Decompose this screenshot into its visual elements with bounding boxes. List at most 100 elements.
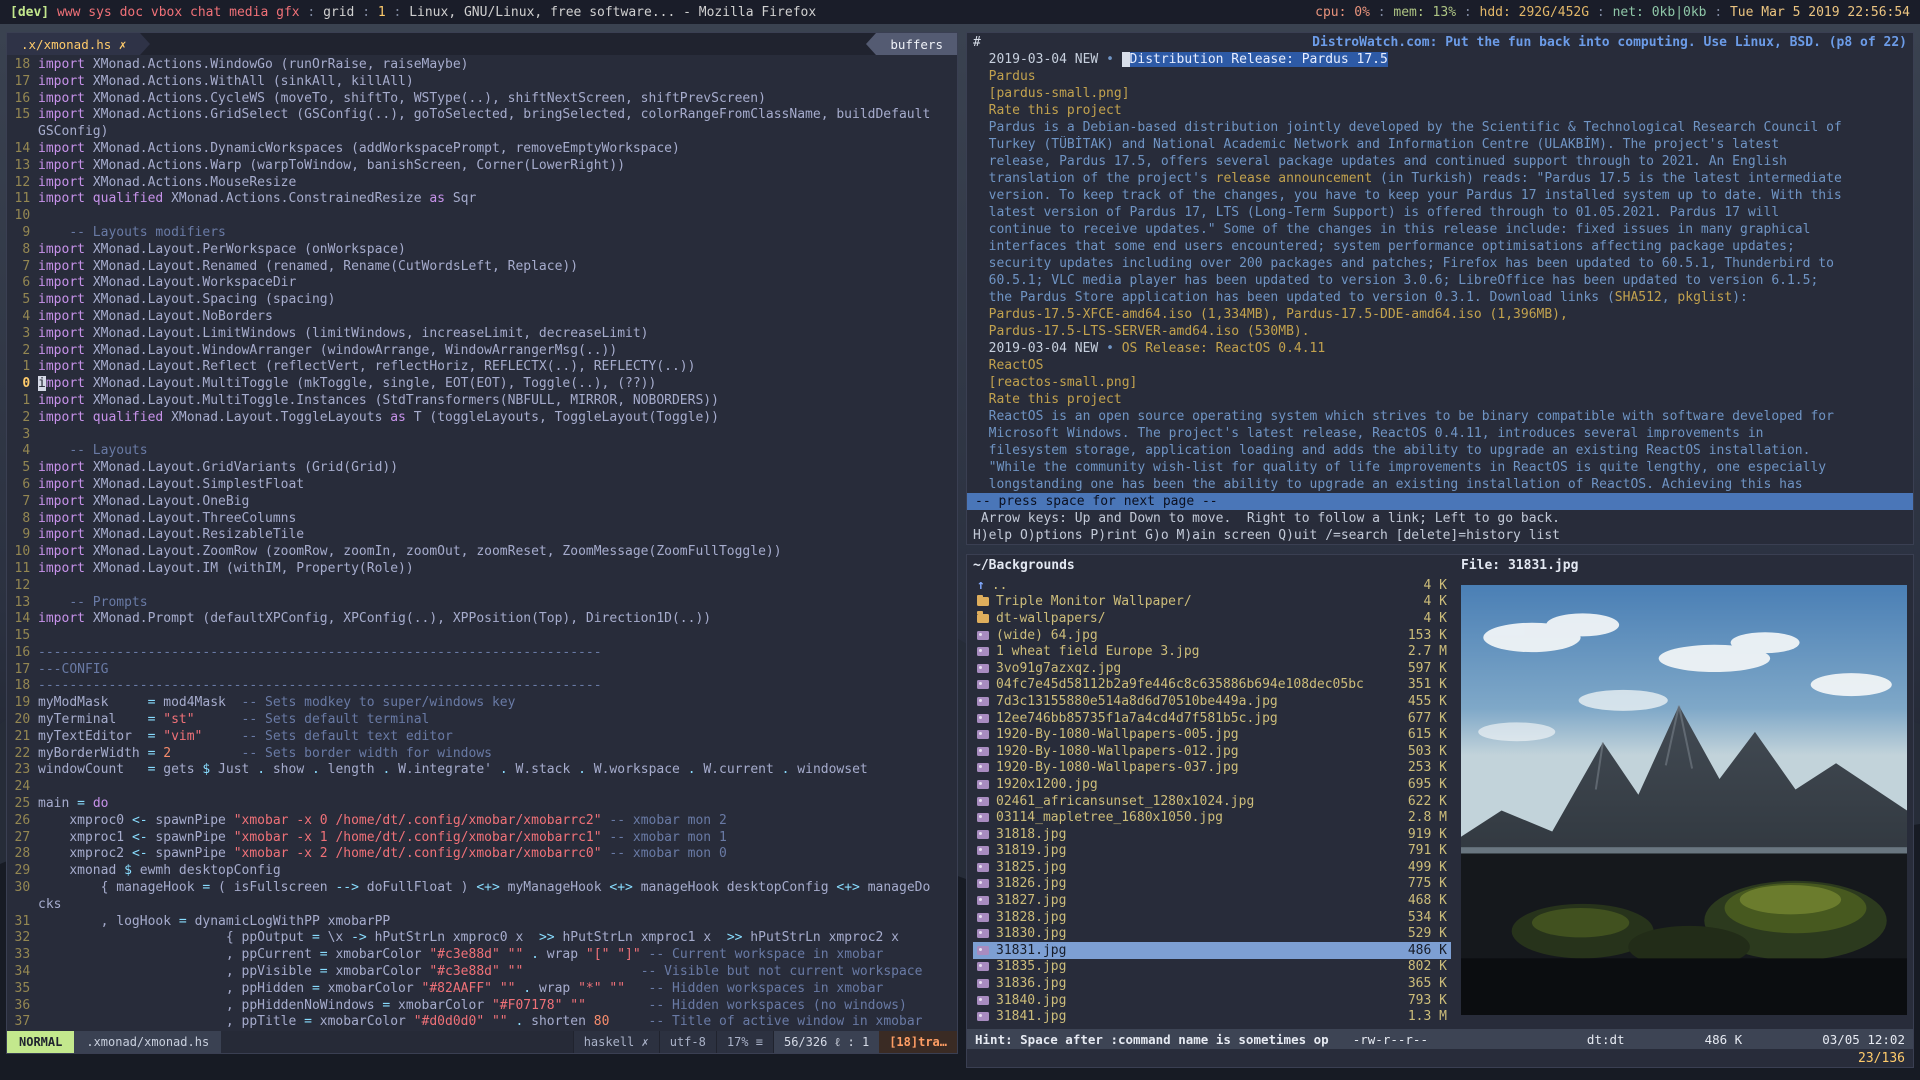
file-row[interactable]: 12ee746bb85735f1a7a4cd4d7f581b5c.jpg677 … — [973, 710, 1451, 727]
file-row[interactable]: 31836.jpg 365 K — [973, 975, 1451, 992]
file-row[interactable]: 03114_mapletree_1680x1050.jpg2.8 M — [973, 809, 1451, 826]
file-size: 597 K — [1408, 661, 1447, 676]
text-seg — [500, 964, 508, 979]
file-row[interactable]: 7d3c13155880e514a8d6d70510be449a.jpg455 … — [973, 693, 1451, 710]
xmobar: [dev] www sys doc vbox chat media gfx : … — [0, 0, 1920, 24]
workspace[interactable]: [dev] — [10, 5, 49, 20]
text-seg: wrap — [547, 947, 586, 962]
line-number: 0 — [13, 376, 30, 393]
text-seg: import qualified — [38, 410, 171, 425]
text-seg: = — [202, 880, 218, 895]
text-seg: 2019-03-04 NEW — [973, 341, 1106, 356]
code-line: 5import XMonad.Layout.Spacing (spacing) — [13, 292, 957, 309]
text-seg: translation of the project's — [973, 171, 1216, 186]
image-file-icon — [977, 697, 989, 706]
file-row[interactable]: 31826.jpg775 K — [973, 876, 1451, 893]
link[interactable]: Pardus-17.5-XFCE-amd64.iso (1,334MB), Pa… — [973, 307, 1568, 322]
text-seg: ( isFullscreen — [218, 880, 335, 895]
line-number: 25 — [13, 796, 30, 813]
file-row[interactable]: 1920-By-1080-Wallpapers-012.jpg503 K — [973, 743, 1451, 760]
file-row[interactable]: 31831.jpg486 K — [973, 942, 1451, 959]
line-number: 17 — [13, 662, 30, 679]
line-number: 18 — [13, 678, 30, 695]
toolbar-mark[interactable]: # — [973, 34, 981, 51]
line-number: 22 — [13, 746, 30, 763]
text-seg: , ppVisible — [38, 964, 320, 979]
file-row[interactable]: 1920-By-1080-Wallpapers-037.jpg253 K — [973, 760, 1451, 777]
code-line: 8import XMonad.Layout.ThreeColumns — [13, 511, 957, 528]
file-row[interactable]: 31835.jpg802 K — [973, 959, 1451, 976]
file-name: 31825.jpg — [996, 860, 1400, 875]
line-number: 9 — [13, 527, 30, 544]
link[interactable]: Distribution Release: Pardus 17.5 — [1130, 52, 1388, 67]
file-row[interactable]: 02461_africansunset_1280x1024.jpg622 K — [973, 793, 1451, 810]
text-seg: XMonad.Actions.GridSelect (GSConfig(..),… — [93, 107, 930, 122]
text-seg: = — [148, 762, 164, 777]
code-line: 15import XMonad.Actions.GridSelect (GSCo… — [13, 107, 957, 124]
text-seg: . — [312, 762, 328, 777]
file-name: 12ee746bb85735f1a7a4cd4d7f581b5c.jpg — [996, 711, 1400, 726]
workspace[interactable]: www sys doc vbox chat media gfx — [49, 5, 299, 20]
vim-mode-indicator: NORMAL — [7, 1031, 74, 1053]
text-seg: hPutStrLn xmproc2 x — [750, 930, 899, 945]
file-row[interactable]: 31828.jpg534 K — [973, 909, 1451, 926]
file-row[interactable]: Triple Monitor Wallpaper/4 K — [973, 594, 1451, 611]
line-number: 11 — [13, 561, 30, 578]
file-row[interactable]: 31825.jpg499 K — [973, 859, 1451, 876]
link[interactable]: pkglist — [1677, 290, 1732, 305]
text-seg: -- xmobar mon 0 — [609, 846, 726, 861]
text-seg: -- Sets default text editor — [242, 729, 453, 744]
text-seg: XMonad.Prompt (defaultXPConfig, XPConfig… — [93, 611, 711, 626]
link[interactable]: [pardus-small.png] — [973, 86, 1130, 101]
text-seg: xmproc1 — [38, 830, 132, 845]
file-name: 31836.jpg — [996, 976, 1400, 991]
text-seg: XMonad.Layout.WorkspaceDir — [93, 275, 297, 290]
preview-pane: File: 31831.jpg — [1451, 557, 1909, 1029]
file-row[interactable]: (wide) 64.jpg153 K — [973, 627, 1451, 644]
text-seg: "[" — [586, 947, 609, 962]
file-row[interactable]: 1 wheat field Europe 3.jpg2.7 M — [973, 643, 1451, 660]
line-number: 35 — [13, 981, 30, 998]
link[interactable]: OS Release: ReactOS 0.4.11 — [1122, 341, 1326, 356]
file-row[interactable]: 1920-By-1080-Wallpapers-005.jpg615 K — [973, 726, 1451, 743]
line-number: 31 — [13, 914, 30, 931]
text-seg: xmproc2 — [38, 846, 132, 861]
line-number: 13 — [13, 158, 30, 175]
link[interactable]: ReactOS — [973, 358, 1043, 373]
line-number: 9 — [13, 225, 30, 242]
code-line: 26 xmproc0 <- spawnPipe "xmobar -x 0 /ho… — [13, 813, 957, 830]
line-number: 6 — [13, 477, 30, 494]
file-row[interactable]: 31830.jpg529 K — [973, 925, 1451, 942]
link[interactable]: Pardus-17.5-LTS-SERVER-amd64.iso (530MB)… — [973, 324, 1310, 339]
file-row[interactable]: 31840.jpg793 K — [973, 992, 1451, 1009]
file-size: 365 K — [1408, 976, 1447, 991]
link[interactable]: SHA512 — [1615, 290, 1662, 305]
text-seg: wrap — [539, 981, 578, 996]
file-list[interactable]: ↑..4 KTriple Monitor Wallpaper/4 Kdt-wal… — [973, 577, 1451, 1029]
code-line: 18 --------------------------------------… — [13, 678, 957, 695]
image-file-icon — [977, 664, 989, 673]
file-row[interactable]: 31841.jpg1.3 M — [973, 1008, 1451, 1025]
text-seg: mem: 13% — [1393, 5, 1456, 20]
file-row[interactable]: 31818.jpg919 K — [973, 826, 1451, 843]
text-seg: Tue Mar 5 2019 22:56:54 — [1730, 5, 1910, 20]
text-seg — [492, 981, 500, 996]
text-seg: ----------------------------------------… — [38, 678, 602, 693]
file-row[interactable]: ↑..4 K — [973, 577, 1451, 594]
file-row[interactable]: 1920x1200.jpg695 K — [973, 776, 1451, 793]
text-seg: . — [382, 762, 398, 777]
link[interactable]: Rate this project — [973, 392, 1122, 407]
file-row[interactable]: dt-wallpapers/4 K — [973, 610, 1451, 627]
link[interactable]: Pardus — [973, 69, 1036, 84]
file-row[interactable]: 31827.jpg468 K — [973, 892, 1451, 909]
text-seg: XMonad.Actions.WindowGo (runOrRaise, rai… — [93, 57, 469, 72]
file-row[interactable]: 3vo91g7azxqz.jpg597 K — [973, 660, 1451, 677]
file-row[interactable]: 04fc7e45d58112b2a9fe446c8c635886b694e108… — [973, 677, 1451, 694]
file-row[interactable]: 31819.jpg791 K — [973, 843, 1451, 860]
link[interactable]: release announcement — [1216, 171, 1373, 186]
editor-lines[interactable]: 18import XMonad.Actions.WindowGo (runOrR… — [7, 55, 957, 1031]
editor-tab[interactable]: .x/xmonad.hs ✗ — [7, 33, 140, 55]
link[interactable]: Rate this project — [973, 103, 1122, 118]
link[interactable]: [reactos-small.png] — [973, 375, 1137, 390]
text-seg: xmobarColor — [320, 1014, 414, 1029]
